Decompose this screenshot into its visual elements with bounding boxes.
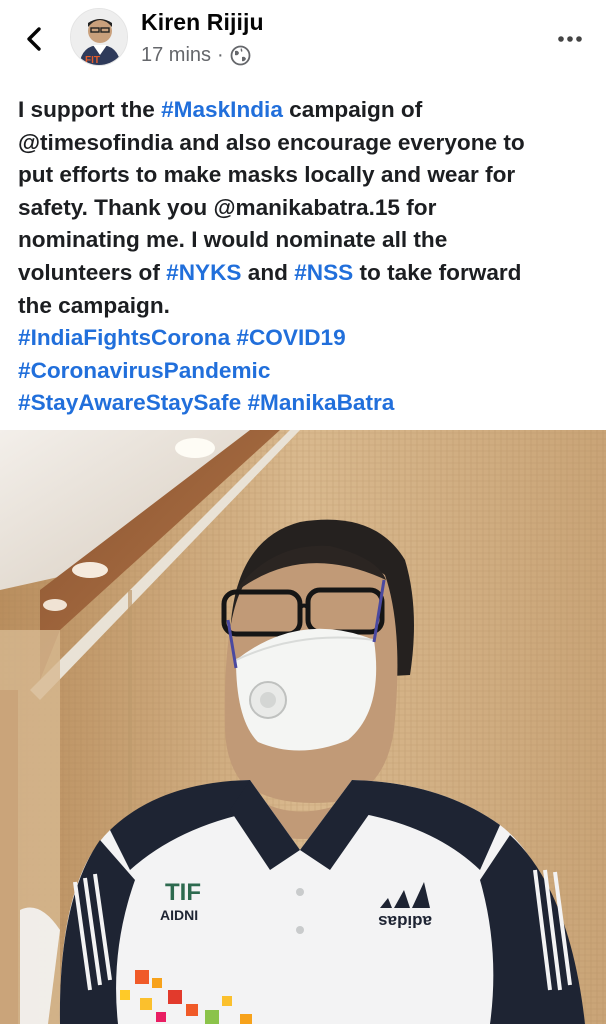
post-text-segment: put efforts to make masks locally and we…	[18, 162, 516, 188]
hashtag-link[interactable]: #NYKS	[166, 260, 241, 285]
post-text-segment: volunteers of	[18, 259, 167, 285]
photo-image: TIF AIDNI adidas	[0, 430, 606, 1024]
post-text-line: @timesofindia and also encourage everyon…	[18, 127, 596, 160]
author-name[interactable]: Kiren Rijiju	[141, 9, 264, 36]
post-text-line: the campaign.	[18, 290, 596, 323]
hashtag-link[interactable]: #ManikaBatra	[247, 390, 394, 415]
post-text-line: volunteers of #NYKS and #NSS to take for…	[18, 257, 596, 290]
post-text-segment: nominating me. I would nominate all the	[18, 227, 448, 253]
post-text-segment: I support the	[18, 97, 162, 122]
chevron-left-icon	[27, 27, 41, 51]
hashtag-link[interactable]: #IndiaFightsCorona	[18, 325, 230, 350]
post-body: I support the #MaskIndia campaign of @tim…	[18, 94, 596, 420]
avatar-badge-text: FIT	[85, 55, 100, 66]
post-text-line: #CoronavirusPandemic	[18, 355, 596, 388]
avatar-image: FIT	[71, 9, 127, 66]
post-photo[interactable]: TIF AIDNI adidas	[0, 430, 606, 1024]
post-text-segment: @timesofindia and also encourage everyon…	[18, 129, 525, 155]
hashtag-link[interactable]: #MaskIndia	[161, 97, 283, 122]
post-text-line: safety. Thank you @manikabatra.15 for	[18, 192, 596, 225]
more-options-button[interactable]	[550, 26, 590, 52]
more-horizontal-icon	[558, 36, 582, 42]
hashtag-link[interactable]: #NSS	[294, 260, 353, 285]
post-text-line: put efforts to make masks locally and we…	[18, 159, 596, 192]
shirt-logo-bottom: AIDNI	[160, 907, 198, 923]
post-text-segment: safety. Thank you @manikabatra.15 for	[18, 194, 437, 220]
shirt-logo-top: TIF	[165, 879, 201, 906]
globe-icon	[230, 45, 251, 66]
hashtag-link[interactable]: #COVID19	[236, 325, 345, 350]
post-text-line: nominating me. I would nominate all the	[18, 224, 596, 257]
post-text-line: #IndiaFightsCorona #COVID19	[18, 322, 596, 355]
post-meta: 17 mins ·	[141, 44, 251, 67]
post-text-line: #StayAwareStaySafe #ManikaBatra	[18, 387, 596, 420]
post-header: FIT Kiren Rijiju 17 mins ·	[0, 0, 606, 86]
post-text-segment: to take forward	[353, 259, 522, 285]
post-text-segment: campaign of	[282, 97, 423, 122]
post-text-segment: and	[241, 259, 295, 285]
meta-separator: ·	[217, 44, 224, 66]
post-text-line: I support the #MaskIndia campaign of	[18, 94, 596, 127]
post-text-segment: the campaign.	[18, 292, 170, 318]
timestamp[interactable]: 17 mins	[141, 44, 211, 67]
hashtag-link[interactable]: #StayAwareStaySafe	[18, 390, 241, 415]
hashtag-link[interactable]: #CoronavirusPandemic	[18, 358, 270, 383]
back-button[interactable]	[18, 22, 52, 56]
shirt-brand: adidas	[378, 912, 432, 931]
author-avatar[interactable]: FIT	[70, 8, 128, 66]
